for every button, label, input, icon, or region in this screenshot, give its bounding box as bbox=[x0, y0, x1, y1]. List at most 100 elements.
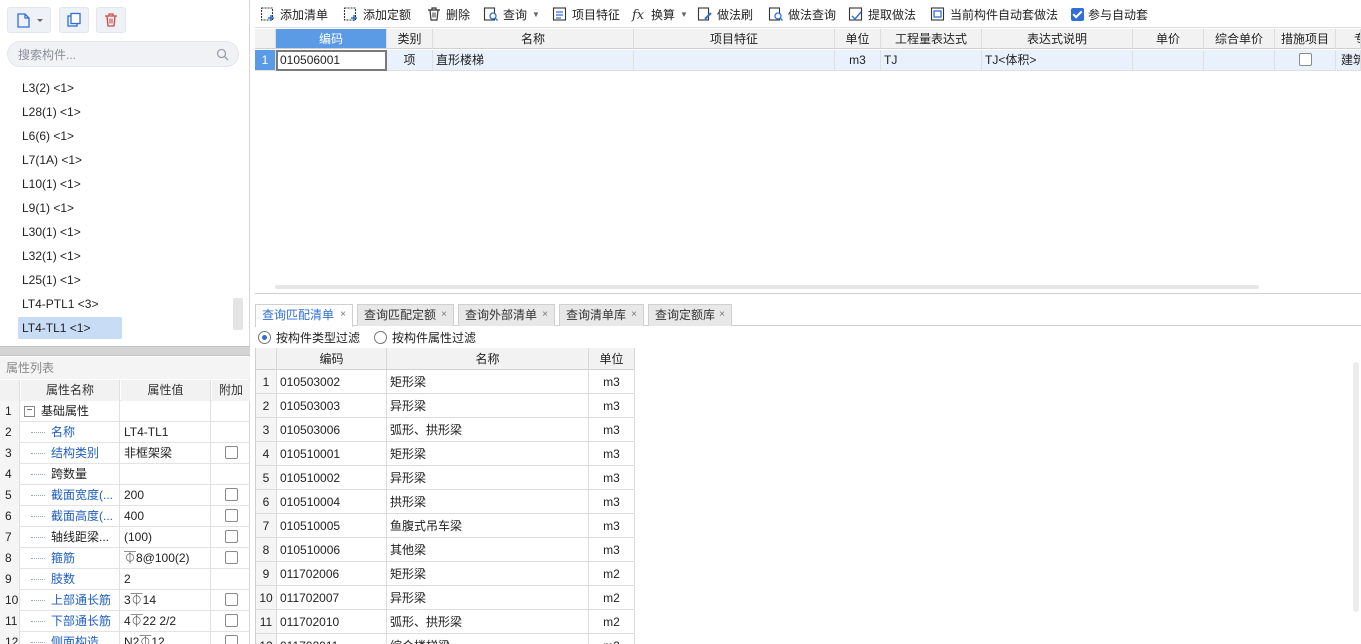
column-header-name[interactable]: 名称 bbox=[433, 29, 634, 49]
property-row[interactable]: 6 截面高度(... 400 bbox=[0, 506, 250, 527]
cell-code[interactable]: 011702010 bbox=[277, 610, 387, 634]
property-row[interactable]: 10 上部通长筋 3⏁14 bbox=[0, 590, 250, 611]
collapse-icon[interactable]: − bbox=[24, 406, 35, 417]
row-number[interactable]: 12 bbox=[256, 634, 277, 644]
property-value[interactable] bbox=[121, 464, 211, 485]
cell-unit[interactable]: m3 bbox=[589, 514, 635, 538]
cell-unit[interactable]: m3 bbox=[589, 442, 635, 466]
property-value[interactable]: 非框架梁 bbox=[121, 443, 211, 464]
property-row[interactable]: 1 基础属性 − bbox=[0, 401, 250, 422]
row-number[interactable]: 2 bbox=[256, 394, 277, 418]
search-icon[interactable] bbox=[216, 48, 229, 61]
column-header-expression-desc[interactable]: 表达式说明 bbox=[982, 29, 1133, 49]
add-quota-button[interactable]: 添加定额 bbox=[343, 4, 411, 24]
cell-name[interactable]: 矩形梁 bbox=[387, 562, 589, 586]
new-component-button[interactable] bbox=[7, 7, 51, 33]
property-value[interactable]: N2⏁12 bbox=[121, 632, 211, 644]
cell-unit[interactable]: m3 bbox=[589, 394, 635, 418]
cell-expression[interactable]: TJ bbox=[881, 50, 982, 71]
column-header-unit[interactable]: 单位 bbox=[589, 348, 635, 370]
close-icon[interactable]: × bbox=[340, 305, 346, 325]
query-dropdown[interactable]: 查询 ▼ bbox=[483, 4, 540, 24]
component-item[interactable]: L32(1) <1> bbox=[18, 245, 85, 267]
close-icon[interactable]: × bbox=[719, 305, 725, 325]
cell-unit[interactable]: m3 bbox=[589, 538, 635, 562]
property-row[interactable]: 2 名称 LT4-TL1 bbox=[0, 422, 250, 443]
cell-name[interactable]: 异形梁 bbox=[387, 586, 589, 610]
copy-component-button[interactable] bbox=[59, 7, 89, 33]
property-value[interactable]: 400 bbox=[121, 506, 211, 527]
cell-category[interactable]: 项 bbox=[387, 50, 433, 71]
cell-name[interactable]: 其他梁 bbox=[387, 538, 589, 562]
panel-splitter[interactable] bbox=[0, 346, 250, 356]
extract-method-button[interactable]: 提取做法 bbox=[848, 4, 916, 24]
component-item-selected[interactable]: LT4-TL1 <1> bbox=[18, 317, 122, 339]
tab-match-quota[interactable]: 查询匹配定额 × bbox=[357, 304, 454, 326]
row-number[interactable]: 4 bbox=[256, 442, 277, 466]
component-item[interactable]: L3(2) <1> bbox=[18, 77, 78, 99]
property-row[interactable]: 11 下部通长筋 4⏁22 2/2 bbox=[0, 611, 250, 632]
cell-name[interactable]: 矩形梁 bbox=[387, 442, 589, 466]
property-row[interactable]: 9 肢数 2 bbox=[0, 569, 250, 590]
property-value[interactable]: 3⏁14 bbox=[121, 590, 211, 611]
cell-name[interactable]: 直形楼梯 bbox=[433, 50, 634, 71]
extra-checkbox[interactable] bbox=[224, 446, 238, 460]
cell-code[interactable]: 010503003 bbox=[277, 394, 387, 418]
cell-unit[interactable]: m3 bbox=[835, 50, 881, 71]
delete-component-button[interactable] bbox=[96, 7, 126, 33]
extra-checkbox[interactable] bbox=[224, 593, 238, 607]
item-feature-button[interactable]: 项目特征 bbox=[552, 4, 620, 24]
delete-button[interactable]: 删除 bbox=[426, 4, 470, 24]
filter-by-type-option[interactable]: 按构件类型过滤 bbox=[258, 329, 360, 346]
cell-code[interactable]: 010510001 bbox=[277, 442, 387, 466]
column-header-unit[interactable]: 单位 bbox=[835, 29, 881, 49]
cell-code[interactable]: 011702011 bbox=[277, 634, 387, 644]
tab-quota-library[interactable]: 查询定额库 × bbox=[648, 304, 732, 326]
measure-checkbox[interactable] bbox=[1298, 53, 1312, 67]
row-number[interactable]: 9 bbox=[256, 562, 277, 586]
cell-name[interactable]: 综合楼梯梁 bbox=[387, 634, 589, 644]
property-value[interactable]: 4⏁22 2/2 bbox=[121, 611, 211, 632]
cell-code[interactable]: 010510005 bbox=[277, 514, 387, 538]
cell-price[interactable] bbox=[1133, 50, 1204, 71]
row-number[interactable]: 11 bbox=[256, 610, 277, 634]
cell-name[interactable]: 鱼腹式吊车梁 bbox=[387, 514, 589, 538]
cell-code[interactable]: 010506001 bbox=[276, 50, 387, 71]
property-row[interactable]: 8 箍筋 ⏁8@100(2) bbox=[0, 548, 250, 569]
cell-code[interactable]: 010510002 bbox=[277, 466, 387, 490]
cell-measure[interactable] bbox=[1275, 50, 1336, 71]
close-icon[interactable]: × bbox=[542, 305, 548, 325]
cell-name[interactable]: 矩形梁 bbox=[387, 370, 589, 394]
cell-name[interactable]: 异形梁 bbox=[387, 466, 589, 490]
cell-name[interactable]: 弧形、拱形梁 bbox=[387, 418, 589, 442]
column-header-code[interactable]: 编码 bbox=[277, 348, 387, 370]
property-value[interactable]: (100) bbox=[121, 527, 211, 548]
cell-code[interactable]: 011702007 bbox=[277, 586, 387, 610]
property-value[interactable]: 2 bbox=[121, 569, 211, 590]
column-header-code[interactable]: 编码 bbox=[276, 29, 387, 49]
cell-unit[interactable]: m2 bbox=[589, 586, 635, 610]
property-row[interactable]: 4 跨数量 bbox=[0, 464, 250, 485]
component-item[interactable]: L30(1) <1> bbox=[18, 221, 85, 243]
horizontal-scrollbar[interactable] bbox=[275, 285, 1259, 289]
cell-name[interactable]: 拱形梁 bbox=[387, 490, 589, 514]
cell-unit[interactable]: m3 bbox=[589, 370, 635, 394]
column-header-price[interactable]: 单价 bbox=[1133, 29, 1204, 49]
property-row[interactable]: 7 轴线距梁... (100) bbox=[0, 527, 250, 548]
row-number[interactable]: 8 bbox=[256, 538, 277, 562]
cell-unit[interactable]: m2 bbox=[589, 610, 635, 634]
cell-code[interactable]: 010503002 bbox=[277, 370, 387, 394]
column-header-total-price[interactable]: 综合单价 bbox=[1204, 29, 1275, 49]
cell-name[interactable]: 异形梁 bbox=[387, 394, 589, 418]
filter-by-attr-option[interactable]: 按构件属性过滤 bbox=[374, 329, 476, 346]
extra-checkbox[interactable] bbox=[224, 488, 238, 502]
search-input[interactable] bbox=[18, 46, 208, 63]
join-auto-apply-checkbox[interactable]: 参与自动套 bbox=[1071, 4, 1148, 24]
add-list-button[interactable]: 添加清单 bbox=[260, 4, 328, 24]
column-header-expression[interactable]: 工程量表达式 bbox=[881, 29, 982, 49]
component-item[interactable]: L10(1) <1> bbox=[18, 173, 85, 195]
close-icon[interactable]: × bbox=[441, 305, 447, 325]
component-item[interactable]: LT4-PTL1 <3> bbox=[18, 293, 103, 315]
component-item[interactable]: L6(6) <1> bbox=[18, 125, 78, 147]
property-row[interactable]: 5 截面宽度(... 200 bbox=[0, 485, 250, 506]
